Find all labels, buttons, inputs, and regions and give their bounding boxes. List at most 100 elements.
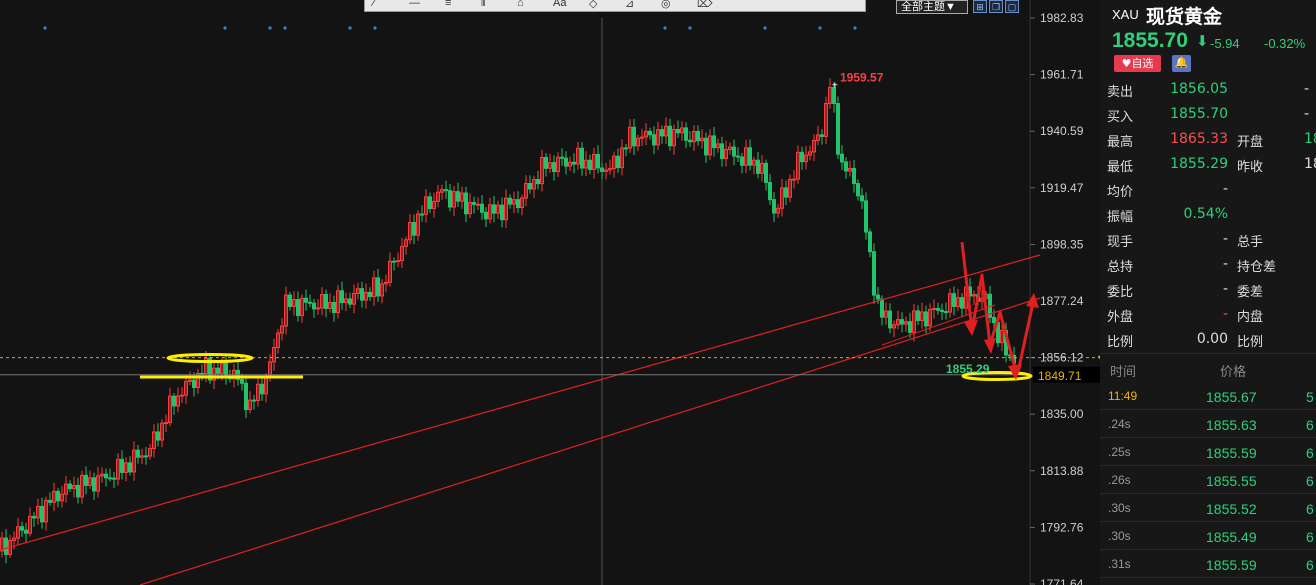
y-axis-tick-label: 1898.35 — [1040, 237, 1084, 251]
quote-row: 振幅 0.54% — [1100, 202, 1316, 227]
candle-body — [120, 458, 124, 473]
quote-row: 均价 - — [1100, 177, 1316, 202]
tick-row[interactable]: .24s 1855.63 6 — [1100, 410, 1316, 438]
quote-label: 委比 — [1107, 285, 1134, 300]
candle-body — [572, 161, 576, 165]
eraser-icon[interactable]: ◎ — [661, 0, 671, 10]
tick-vol: 6 — [1306, 529, 1314, 545]
tick-vol: 6 — [1306, 501, 1314, 517]
candle-body — [332, 301, 336, 314]
candle-body — [784, 187, 788, 198]
price-change-percent: -0.32% — [1264, 36, 1306, 51]
tick-time: .30s — [1108, 501, 1131, 515]
tick-vol: 6 — [1306, 417, 1314, 433]
candle-body — [940, 309, 944, 313]
quote-label: 卖出 — [1107, 85, 1134, 100]
last-price: 1855.70 — [1112, 29, 1188, 52]
candle-body — [660, 129, 664, 137]
tick-row[interactable]: .25s 1855.59 6 — [1100, 438, 1316, 466]
bars-icon[interactable]: ≡ — [445, 0, 451, 9]
quote-value: 1855.70 — [1170, 106, 1228, 122]
candlestick-chart[interactable]: 1982.83 1961.71 1940.59 1919.47 1898.35 1877.… — [0, 0, 1100, 585]
quote-label: 总持 — [1107, 260, 1134, 275]
tick-row[interactable]: .31s 1855.59 6 — [1100, 550, 1316, 578]
tick-row[interactable]: 11:49 1855.67 5 — [1100, 382, 1316, 410]
candle-body — [668, 125, 672, 147]
candle-body — [376, 277, 380, 297]
tick-time: .24s — [1108, 417, 1131, 431]
candle-body — [856, 183, 860, 197]
y-axis-tick-label: 1835.00 — [1040, 407, 1084, 421]
candle-body — [476, 203, 480, 206]
candle-body — [104, 473, 108, 479]
fib-icon[interactable]: ◇ — [589, 0, 597, 10]
alert-button[interactable]: 🔔 — [1172, 55, 1191, 72]
quote-value-2: 18 — [1304, 156, 1316, 172]
candle-body — [712, 135, 716, 149]
tick-row[interactable]: .26s 1855.55 6 — [1100, 466, 1316, 494]
shape-icon[interactable]: Aa — [553, 0, 566, 9]
candle-body — [112, 477, 116, 480]
candle-body — [412, 222, 416, 236]
maximize-icon[interactable]: ▢ — [1005, 0, 1019, 13]
theme-selector[interactable]: 全部主题▼ — [896, 0, 968, 14]
quote-value: 1856.05 — [1170, 81, 1228, 97]
down-arrow-icon: ⬇ — [1196, 33, 1209, 50]
fav-label: 自选 — [1131, 57, 1154, 70]
tick-price: 1855.59 — [1206, 445, 1257, 461]
candle-body — [324, 294, 328, 309]
candle-body — [684, 127, 688, 141]
event-marker — [663, 26, 667, 30]
candle-body — [536, 178, 540, 185]
candle-body — [448, 190, 452, 208]
quote-label-2: 内盘 — [1237, 310, 1264, 325]
price-chart[interactable]: 1982.83 1961.71 1940.59 1919.47 1898.35 1877.… — [0, 0, 1100, 585]
candle-body — [304, 297, 308, 303]
quote-row: 比例 0.00 比例 — [1100, 327, 1316, 352]
drawing-toolbar[interactable]: ⁄ — ≡ ⫴ ⌂ Aa ◇ ⊿ ◎ ⌦ — [364, 0, 866, 12]
event-marker — [283, 26, 287, 30]
tick-time: .31s — [1108, 557, 1131, 571]
event-marker — [853, 26, 857, 30]
candle-body — [500, 204, 504, 221]
fork-icon[interactable]: ⫴ — [481, 0, 486, 10]
hline-icon[interactable]: — — [409, 0, 420, 9]
candle-body — [348, 298, 352, 305]
quote-value-2: 18 — [1304, 131, 1316, 147]
symbol-name: 现货黄金 — [1146, 6, 1223, 28]
candle-body — [740, 156, 744, 166]
add-favorite-button[interactable]: ♥自选 — [1114, 55, 1161, 72]
candle-body — [544, 157, 548, 169]
tick-row[interactable]: .30s 1855.49 6 — [1100, 522, 1316, 550]
candle-body — [84, 474, 88, 486]
candle-body — [312, 302, 316, 310]
candle-body — [676, 128, 680, 134]
candle-body — [800, 151, 804, 163]
candle-body — [128, 462, 132, 473]
quote-value: 0.00 — [1196, 331, 1228, 347]
y-axis-tick-label: 1940.59 — [1040, 124, 1084, 138]
candle-body — [92, 477, 96, 492]
event-marker — [818, 26, 822, 30]
restore-icon[interactable]: ❐ — [989, 0, 1003, 13]
heart-icon: ♥ — [1121, 57, 1132, 70]
tick-price: 1855.49 — [1206, 529, 1257, 545]
candle-body — [952, 293, 956, 307]
candle-body — [864, 200, 868, 233]
y-axis-tick-label: 1792.76 — [1040, 520, 1084, 534]
quote-label: 最高 — [1107, 135, 1134, 150]
candle-body — [24, 529, 28, 534]
tick-time: 11:49 — [1108, 389, 1138, 403]
tick-row[interactable]: .30s 1855.52 6 — [1100, 494, 1316, 522]
candle-body — [756, 159, 760, 174]
candle-body — [420, 213, 424, 216]
candle-body — [688, 139, 692, 143]
tick-vol: 6 — [1306, 557, 1314, 573]
draw-line-icon[interactable]: ⁄ — [373, 0, 375, 9]
text-icon[interactable]: ⌂ — [517, 0, 524, 9]
cycle-icon[interactable]: ⊿ — [625, 0, 634, 10]
tick-price: 1855.55 — [1206, 473, 1257, 489]
layout-icon[interactable]: ⊞ — [973, 0, 987, 13]
delete-icon[interactable]: ⌦ — [697, 0, 713, 10]
candle-body — [936, 308, 940, 311]
